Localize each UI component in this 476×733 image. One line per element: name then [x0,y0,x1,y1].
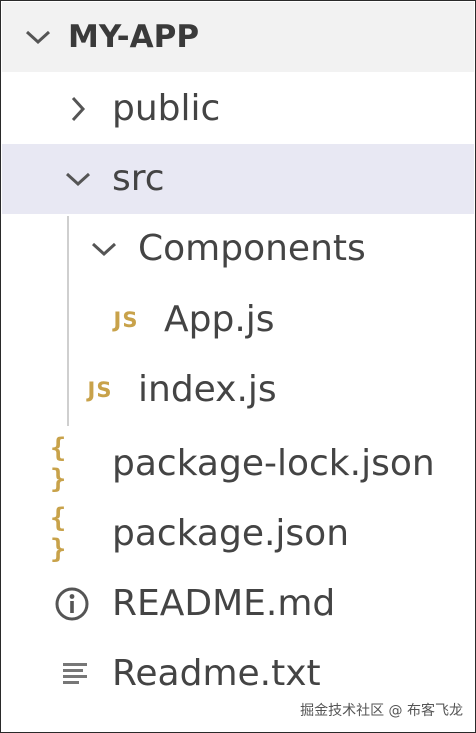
text-lines-icon [58,639,94,709]
tree-item-package-lock-json[interactable]: { } package-lock.json [2,429,474,499]
watermark: 掘金技术社区 @ 布客飞龙 [300,703,463,719]
tree-item-label: Readme.txt [112,653,321,694]
tree-item-app-js[interactable]: JS App.js [2,285,474,355]
tree-item-readme-txt[interactable]: Readme.txt [2,639,474,709]
json-file-icon: { } [50,433,69,495]
tree-item-src[interactable]: src [2,144,474,214]
chevron-down-icon[interactable] [20,2,56,72]
js-file-icon: JS [87,378,113,402]
tree-item-index-js[interactable]: JS index.js [2,355,474,425]
chevron-down-icon[interactable] [60,144,96,214]
tree-item-label: App.js [164,299,275,340]
tree-item-label: package.json [112,513,350,554]
tree-item-public[interactable]: public [2,74,474,144]
root-folder-label: MY-APP [68,19,200,55]
tree-item-components[interactable]: Components [2,214,474,284]
tree-item-label: README.md [112,583,336,624]
chevron-down-icon[interactable] [86,214,122,284]
tree-item-label: public [112,88,221,129]
js-file-icon: JS [113,308,139,332]
explorer-root-header[interactable]: MY-APP [2,2,474,72]
tree-item-readme-md[interactable]: README.md [2,569,474,639]
json-file-icon: { } [50,503,69,565]
tree-item-label: src [112,158,165,199]
file-explorer: MY-APP public src Components JS App.js J… [0,0,476,733]
chevron-right-icon[interactable] [64,74,92,144]
tree-item-label: package-lock.json [112,443,435,484]
tree-item-label: index.js [138,369,277,410]
info-icon [52,569,92,639]
tree-item-package-json[interactable]: { } package.json [2,499,474,569]
tree-item-label: Components [138,228,366,269]
